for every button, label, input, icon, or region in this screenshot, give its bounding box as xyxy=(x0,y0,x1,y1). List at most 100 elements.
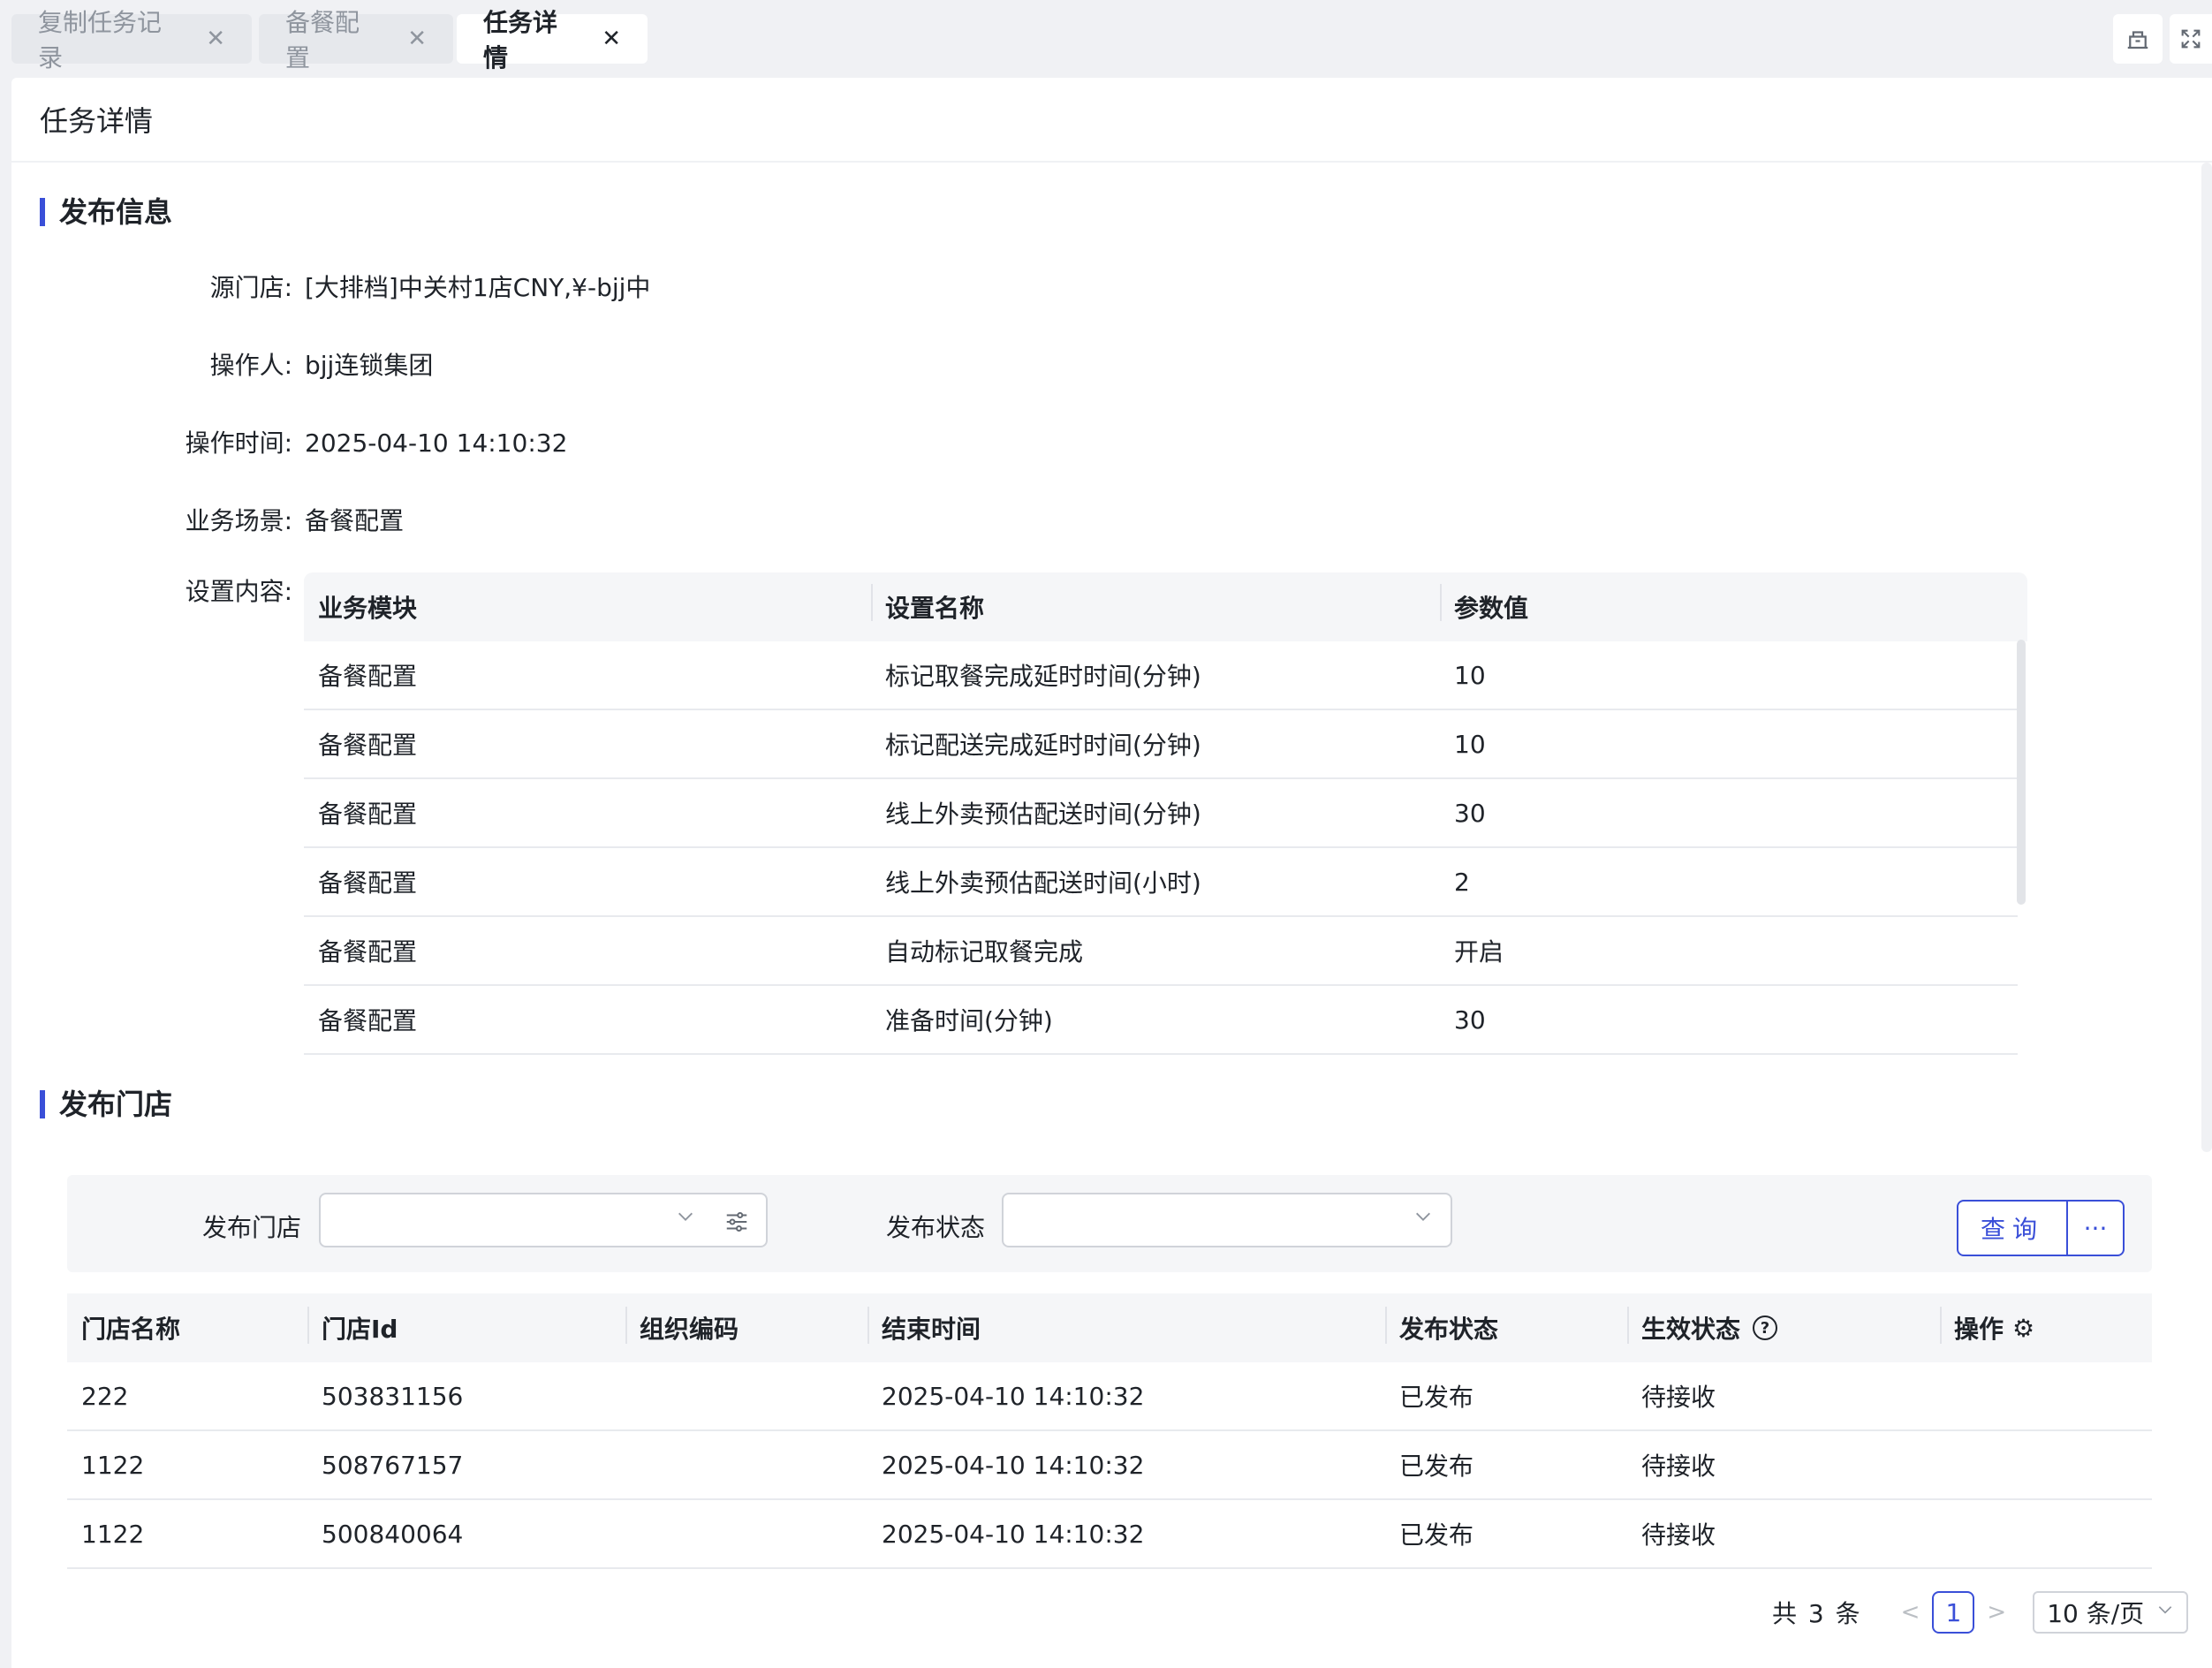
section-title-publish-stores: 发布门店 xyxy=(40,1088,172,1120)
expand-icon xyxy=(2181,29,2201,49)
table-cell: 准备时间(分钟) xyxy=(885,1006,1053,1035)
tab-bar: 复制任务记录 ✕ 备餐配置 ✕ 任务详情 ✕ xyxy=(0,0,2212,76)
table-cell: 已发布 xyxy=(1399,1383,1474,1412)
store-table-header: 门店名称 门店Id 组织编码 结束时间 发布状态 生效状态 ? 操作 ⚙ xyxy=(67,1293,2152,1362)
info-value: bjj连锁集团 xyxy=(305,351,434,380)
page-size-select[interactable]: 10 条/页 xyxy=(2033,1591,2189,1634)
table-row: 备餐配置 线上外卖预估配送时间(小时) 2 xyxy=(304,848,2018,917)
page-scrollbar[interactable] xyxy=(2201,163,2212,1152)
column-header: 业务模块 xyxy=(318,594,418,623)
info-row-operation-time: 操作时间: 2025-04-10 14:10:32 xyxy=(11,428,568,459)
publish-store-select[interactable] xyxy=(319,1193,768,1247)
chevron-down-icon xyxy=(1413,1207,1433,1232)
table-row: 备餐配置 标记取餐完成延时时间(分钟) 10 xyxy=(304,641,2018,710)
close-icon[interactable]: ✕ xyxy=(602,26,621,52)
table-cell: 标记取餐完成延时时间(分钟) xyxy=(885,662,1201,691)
filter-panel: 发布门店 发布状态 xyxy=(67,1175,2152,1272)
column-header: 参数值 xyxy=(1440,584,1528,625)
info-row-operator: 操作人: bjj连锁集团 xyxy=(11,350,434,382)
table-cell: 待接收 xyxy=(1641,1383,1716,1412)
tab-meal-prep-config[interactable]: 备餐配置 ✕ xyxy=(259,8,453,72)
table-cell: 2025-04-10 14:10:32 xyxy=(882,1519,1145,1549)
table-row: 备餐配置 准备时间(分钟) 30 xyxy=(304,986,2018,1055)
gear-icon[interactable]: ⚙ xyxy=(2012,1314,2034,1343)
sliders-icon[interactable] xyxy=(723,1209,750,1239)
settings-table-scrollbar[interactable] xyxy=(2017,640,2026,905)
table-row: 备餐配置 标记配送完成延时时间(分钟) 10 xyxy=(304,710,2018,779)
main-page: 任务详情 发布信息 源门店: [大排档]中关村1店CNY,¥-bjj中 操作人:… xyxy=(11,78,2212,1668)
store-table: 门店名称 门店Id 组织编码 结束时间 发布状态 生效状态 ? 操作 ⚙ 222… xyxy=(67,1293,2152,1569)
column-header: 发布状态 xyxy=(1385,1307,1627,1346)
table-cell: 2025-04-10 14:10:32 xyxy=(882,1381,1145,1411)
table-cell: 备餐配置 xyxy=(318,937,418,967)
info-row-settings-content: 设置内容: xyxy=(11,576,292,608)
publish-status-select[interactable] xyxy=(1002,1193,1452,1247)
table-row: 备餐配置 线上外卖预估配送时间(分钟) 30 xyxy=(304,779,2018,848)
chevron-down-icon xyxy=(2156,1601,2174,1624)
pagination: 共 3 条 < 1 > 10 条/页 xyxy=(1772,1590,2189,1634)
close-icon[interactable]: ✕ xyxy=(407,26,427,52)
table-cell: 已发布 xyxy=(1399,1520,1474,1550)
query-button[interactable]: 查询 xyxy=(1957,1200,2068,1256)
info-label: 设置内容: xyxy=(185,577,292,606)
settings-table: 业务模块 设置名称 参数值 备餐配置 标记取餐完成延时时间(分钟) 10 备餐配… xyxy=(304,572,2027,1058)
table-cell: 备餐配置 xyxy=(318,1006,418,1035)
tab-task-detail[interactable]: 任务详情 ✕ xyxy=(457,8,648,72)
table-cell: 自动标记取餐完成 xyxy=(885,937,1084,967)
table-cell: 222 xyxy=(81,1381,129,1411)
info-value: 备餐配置 xyxy=(305,506,405,535)
help-icon[interactable]: ? xyxy=(1753,1315,1778,1340)
info-label: 源门店: xyxy=(209,273,292,302)
table-row: 1122 508767157 2025-04-10 14:10:32 已发布 待… xyxy=(67,1431,2152,1500)
table-cell: 线上外卖预估配送时间(分钟) xyxy=(885,800,1201,829)
close-icon[interactable]: ✕ xyxy=(206,26,225,52)
table-cell: 待接收 xyxy=(1641,1452,1716,1481)
table-cell: 2 xyxy=(1454,867,1470,897)
chevron-down-icon xyxy=(676,1207,695,1232)
column-header-label: 生效状态 xyxy=(1641,1315,1741,1344)
page-number-current[interactable]: 1 xyxy=(1932,1591,1975,1634)
column-header-effective-status: 生效状态 ? xyxy=(1627,1307,1940,1346)
column-header-actions: 操作 ⚙ xyxy=(1940,1307,2152,1346)
settings-table-header: 业务模块 设置名称 参数值 xyxy=(304,572,2027,641)
table-cell: 508767157 xyxy=(322,1450,464,1480)
column-header: 组织编码 xyxy=(625,1307,867,1346)
table-cell: 备餐配置 xyxy=(318,731,418,760)
table-cell: 500840064 xyxy=(322,1519,464,1549)
home-button[interactable] xyxy=(2113,14,2163,64)
table-cell: 已发布 xyxy=(1399,1452,1474,1481)
table-cell: 1122 xyxy=(81,1450,145,1480)
table-cell: 备餐配置 xyxy=(318,800,418,829)
prev-page-icon[interactable]: < xyxy=(1901,1599,1920,1626)
tab-label: 备餐配置 xyxy=(285,8,360,72)
tab-copy-task-records[interactable]: 复制任务记录 ✕ xyxy=(11,8,252,72)
column-header: 设置名称 xyxy=(871,584,1440,625)
tab-label: 复制任务记录 xyxy=(38,8,163,72)
page-title: 任务详情 xyxy=(11,78,2212,163)
table-cell: 线上外卖预估配送时间(小时) xyxy=(885,868,1201,898)
table-row: 222 503831156 2025-04-10 14:10:32 已发布 待接… xyxy=(67,1362,2152,1431)
table-cell: 10 xyxy=(1454,660,1486,690)
table-cell: 1122 xyxy=(81,1519,145,1549)
more-options-button[interactable]: ··· xyxy=(2068,1200,2125,1256)
query-button-group: 查询 ··· xyxy=(1957,1200,2125,1256)
column-header: 门店Id xyxy=(307,1307,625,1346)
info-value: 2025-04-10 14:10:32 xyxy=(305,428,568,458)
filter-store-label: 发布门店 xyxy=(202,1213,302,1242)
info-value: [大排档]中关村1店CNY,¥-bjj中 xyxy=(305,273,651,302)
table-row: 1122 500840064 2025-04-10 14:10:32 已发布 待… xyxy=(67,1500,2152,1569)
info-label: 业务场景: xyxy=(185,506,292,535)
column-header: 门店名称 xyxy=(81,1315,181,1344)
total-count: 共 3 条 xyxy=(1772,1599,1862,1628)
table-cell: 备餐配置 xyxy=(318,662,418,691)
table-cell: 503831156 xyxy=(322,1381,464,1411)
table-cell: 2025-04-10 14:10:32 xyxy=(882,1450,1145,1480)
info-label: 操作人: xyxy=(209,351,292,380)
column-header-label: 操作 xyxy=(1954,1315,2004,1344)
table-cell: 10 xyxy=(1454,729,1486,759)
fullscreen-button[interactable] xyxy=(2170,14,2212,64)
tab-label: 任务详情 xyxy=(483,8,558,72)
next-page-icon[interactable]: > xyxy=(1987,1599,2006,1626)
section-title-publish-info: 发布信息 xyxy=(40,196,172,228)
table-cell: 备餐配置 xyxy=(318,868,418,898)
